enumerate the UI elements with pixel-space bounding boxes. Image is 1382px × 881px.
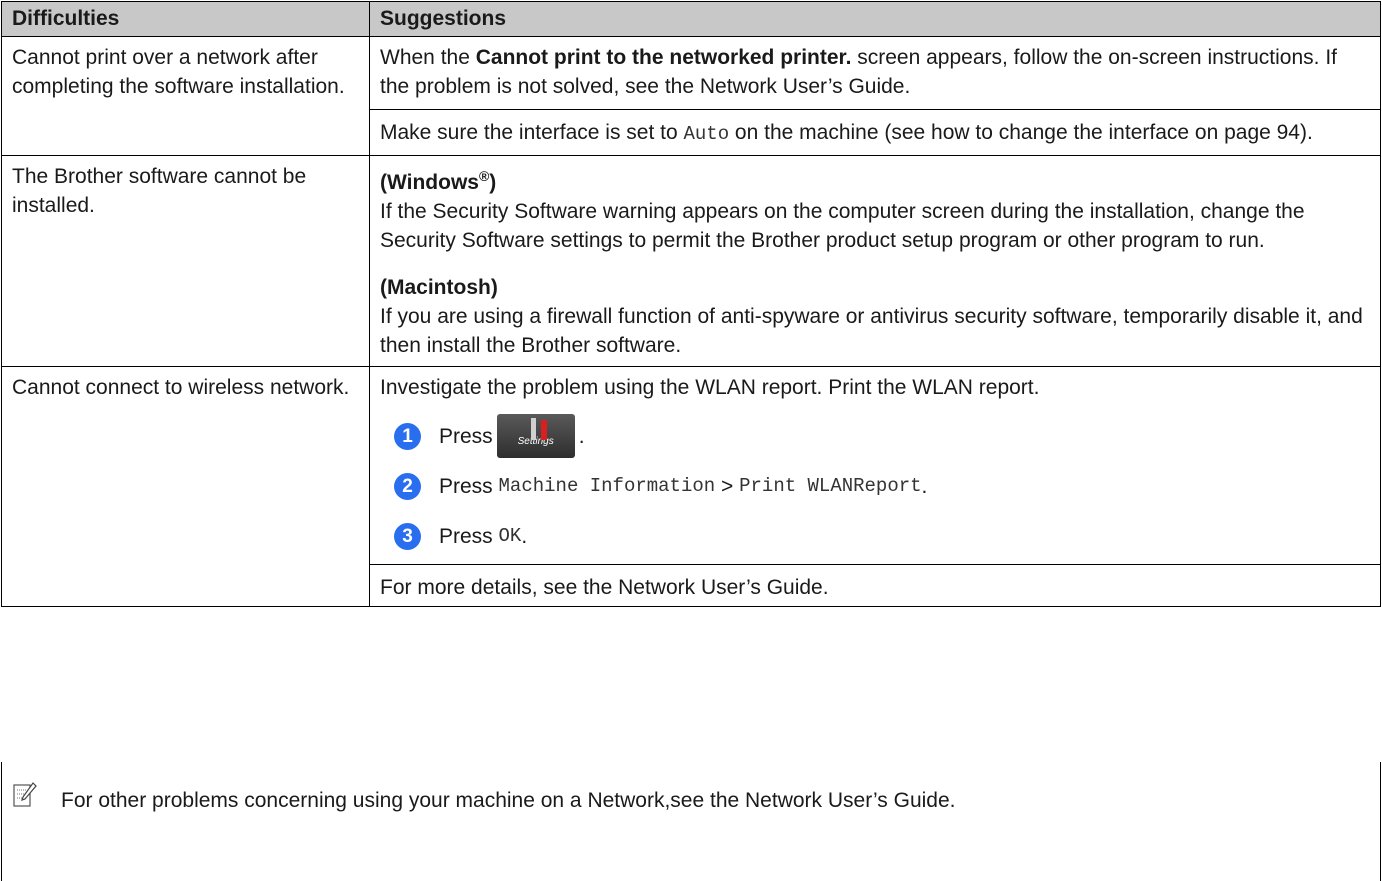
- step-2: 2 Press Machine Information > Print WLAN…: [380, 464, 1370, 508]
- menu-path: Machine Information: [498, 474, 716, 497]
- suggestion-cell: When the Cannot print to the networked p…: [369, 36, 1381, 156]
- step-number-icon: 3: [394, 522, 421, 550]
- mac-heading: (Macintosh): [380, 273, 1370, 302]
- difficulty-text: Cannot print over a network after comple…: [12, 46, 345, 98]
- header-suggestions: Suggestions: [369, 1, 1381, 37]
- mac-text: If you are using a firewall function of …: [380, 305, 1363, 357]
- wrench-icon: [530, 418, 536, 440]
- suggestion-subcell: For more details, see the Network User’s…: [370, 564, 1380, 602]
- step-3: 3 Press OK.: [380, 514, 1370, 558]
- suggestion-paragraph: Make sure the interface is set to Auto o…: [380, 118, 1370, 149]
- table-header-row: Difficulties Suggestions: [1, 1, 1381, 37]
- difficulty-cell: Cannot print over a network after comple…: [1, 36, 370, 156]
- wlan-intro: Investigate the problem using the WLAN r…: [380, 376, 1040, 399]
- ok-key: OK: [498, 524, 522, 547]
- text-run: When the: [380, 46, 476, 69]
- windows-heading: (Windows®): [380, 168, 1370, 197]
- suggestion-cell: Investigate the problem using the WLAN r…: [369, 366, 1381, 607]
- text-run: (Macintosh): [380, 276, 498, 299]
- text-run: ): [489, 171, 497, 194]
- table-row: The Brother software cannot be installed…: [1, 155, 1381, 367]
- note-pencil-icon: [13, 782, 37, 807]
- text-run: .: [578, 424, 585, 448]
- screwdriver-icon: [540, 420, 547, 440]
- step-number-icon: 1: [394, 422, 421, 450]
- text-run: Press: [439, 524, 493, 548]
- note-text: For other problems concerning using your…: [61, 789, 956, 812]
- difficulty-text: Cannot connect to wireless network.: [12, 376, 350, 399]
- suggestion-cell: (Windows®) If the Security Software warn…: [369, 155, 1381, 367]
- table-row: Cannot connect to wireless network. Inve…: [1, 366, 1381, 607]
- settings-button-icon: Settings: [496, 414, 575, 458]
- suggestion-paragraph: When the Cannot print to the networked p…: [380, 43, 1370, 101]
- wlan-outro: For more details, see the Network User’s…: [380, 576, 829, 599]
- suggestion-subcell: Make sure the interface is set to Auto o…: [370, 109, 1380, 149]
- difficulty-cell: Cannot connect to wireless network.: [1, 366, 370, 607]
- header-difficulties: Difficulties: [1, 1, 370, 37]
- screen-name: Cannot print to the networked printer.: [475, 46, 852, 69]
- troubleshooting-table: Difficulties Suggestions Cannot print ov…: [1, 1, 1381, 607]
- table-row: Cannot print over a network after comple…: [1, 36, 1381, 156]
- step-number-icon: 2: [394, 472, 421, 500]
- note-box: For other problems concerning using your…: [1, 762, 1381, 881]
- text-run: >: [715, 474, 740, 498]
- windows-text: If the Security Software warning appears…: [380, 200, 1305, 252]
- registered-mark: ®: [478, 168, 490, 184]
- text-run: Press: [439, 474, 493, 498]
- interface-value: Auto: [683, 123, 730, 145]
- difficulty-cell: The Brother software cannot be installed…: [1, 155, 370, 367]
- text-run: Press: [439, 424, 493, 448]
- text-run: on the machine (see how to change the in…: [729, 121, 1313, 144]
- text-run: Make sure the interface is set to: [380, 121, 684, 144]
- text-run: .: [521, 524, 528, 548]
- step-1: 1 Press Settings .: [380, 414, 1370, 458]
- text-run: .: [921, 474, 928, 498]
- menu-path: Print WLANReport: [739, 474, 922, 497]
- text-run: (Windows: [380, 171, 479, 194]
- difficulty-text: The Brother software cannot be installed…: [12, 165, 307, 217]
